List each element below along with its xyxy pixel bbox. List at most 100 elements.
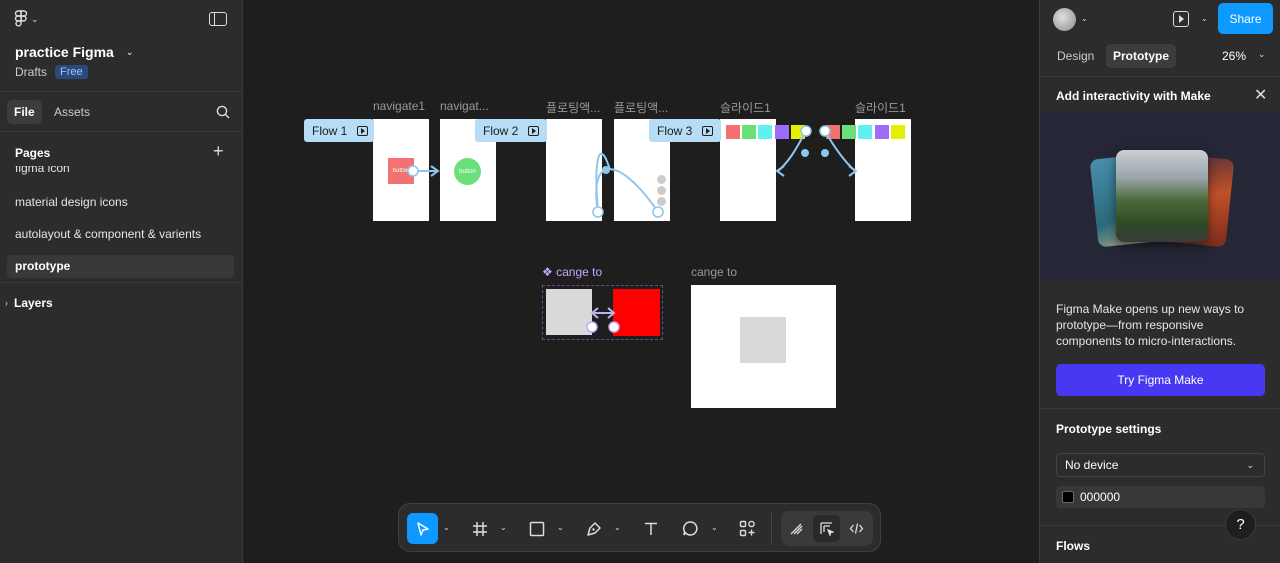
slide-color-square: [775, 125, 789, 139]
frame-label[interactable]: cange to: [691, 265, 737, 279]
plan-badge: Free: [55, 65, 88, 79]
play-icon[interactable]: [528, 125, 540, 136]
variant-red[interactable]: [613, 289, 660, 336]
cursor-icon: [416, 521, 429, 536]
frame-label[interactable]: 슬라이드1: [855, 99, 906, 116]
slide-color-square: [758, 125, 772, 139]
layers-header-text: Layers: [14, 296, 53, 310]
chevron-down-icon: ⌄: [1258, 49, 1266, 59]
zoom-control[interactable]: 26% ⌄: [1222, 49, 1266, 63]
make-description: Figma Make opens up new ways to prototyp…: [1056, 302, 1245, 348]
canvas[interactable]: navigate1 navigat... 플로팅액... 플로팅액... 슬라이…: [243, 0, 1039, 563]
draw-mode-button[interactable]: [783, 515, 810, 542]
project-title[interactable]: practice Figma ⌄: [15, 44, 133, 60]
page-item-material-design-icons[interactable]: material design icons: [7, 191, 234, 214]
move-tool-button[interactable]: [407, 513, 438, 544]
add-page-icon[interactable]: +: [213, 141, 224, 162]
text-tool-button[interactable]: [635, 513, 666, 544]
project-location: Drafts Free: [15, 65, 88, 79]
dev-mode-button[interactable]: [843, 515, 870, 542]
sidebar-toggle-icon[interactable]: [209, 12, 227, 26]
page-item-prototype[interactable]: prototype: [7, 255, 234, 278]
chevron-down-icon[interactable]: ⌄: [500, 523, 507, 532]
flow-name: Flow 3: [657, 123, 693, 138]
frame-navigate1[interactable]: button: [373, 119, 429, 221]
slide-color-square: [875, 125, 889, 139]
divider: [1040, 408, 1280, 409]
frame-tool-button[interactable]: [464, 513, 495, 544]
background-color-value[interactable]: 000000: [1080, 490, 1120, 504]
variant-gray[interactable]: [546, 289, 592, 335]
share-button[interactable]: Share: [1218, 3, 1273, 34]
frame-label[interactable]: navigate1: [373, 99, 425, 113]
play-icon[interactable]: [702, 125, 714, 136]
comment-tool-button[interactable]: [675, 513, 706, 544]
color-swatch[interactable]: [1062, 491, 1074, 503]
chevron-down-icon[interactable]: ⌄: [711, 523, 718, 532]
avatar[interactable]: [1053, 8, 1076, 31]
chevron-down-icon: ⌄: [31, 13, 39, 24]
slide-color-square: [826, 125, 840, 139]
flow-name: Flow 1: [312, 123, 348, 138]
frame-label[interactable]: navigat...: [440, 99, 489, 113]
flow-tag-2[interactable]: Flow 2: [475, 119, 547, 142]
slide-color-square: [742, 125, 756, 139]
drafts-label[interactable]: Drafts: [15, 65, 47, 79]
search-icon[interactable]: [216, 105, 230, 119]
chevron-down-icon[interactable]: ⌄: [557, 523, 564, 532]
tab-design[interactable]: Design: [1057, 49, 1094, 63]
chevron-down-icon[interactable]: ⌄: [614, 523, 621, 532]
close-icon[interactable]: ✕: [1254, 85, 1267, 105]
present-icon[interactable]: [1173, 11, 1189, 27]
main-menu-button[interactable]: ⌄: [14, 10, 39, 28]
prototype-connections: [407, 125, 858, 333]
frame-label[interactable]: 플로팅액...: [546, 99, 600, 116]
tab-prototype[interactable]: Prototype: [1106, 44, 1177, 68]
comment-icon: [683, 521, 698, 536]
slide-color-square: [791, 125, 805, 139]
chevron-down-icon[interactable]: ⌄: [1201, 14, 1208, 23]
chevron-down-icon[interactable]: ⌄: [1081, 14, 1088, 23]
mode-switcher: [781, 511, 873, 546]
layers-header[interactable]: › Layers: [5, 296, 53, 310]
divider: [0, 282, 242, 283]
page-item-autolayout[interactable]: autolayout & component & varients: [7, 223, 234, 246]
component-label[interactable]: ❖ cange to: [542, 265, 602, 279]
design-mode-button[interactable]: [813, 515, 840, 542]
actions-icon: [739, 520, 755, 537]
flow-tag-1[interactable]: Flow 1: [304, 119, 374, 142]
component-set[interactable]: [542, 285, 663, 340]
slide-color-square: [891, 125, 905, 139]
tab-assets[interactable]: Assets: [54, 105, 90, 119]
shape-tool-button[interactable]: [521, 513, 552, 544]
flow-tag-3[interactable]: Flow 3: [649, 119, 721, 142]
divider: [0, 131, 242, 132]
play-icon[interactable]: [357, 125, 369, 136]
right-panel: ⌄ ⌄ Share Design Prototype 26% ⌄ Add int…: [1039, 0, 1280, 563]
figma-logo-icon: [14, 10, 28, 27]
device-select[interactable]: No device ⌄: [1056, 453, 1265, 477]
page-item-figma-icon[interactable]: figma icon: [7, 166, 234, 176]
pen-icon: [586, 521, 601, 536]
draw-icon: [790, 523, 803, 535]
help-button[interactable]: ?: [1225, 509, 1256, 540]
chevron-down-icon[interactable]: ⌄: [443, 523, 450, 532]
flows-header: Flows: [1056, 539, 1091, 553]
make-header: Add interactivity with Make: [1056, 89, 1211, 103]
instance-gray[interactable]: [740, 317, 786, 363]
try-figma-make-button[interactable]: Try Figma Make: [1056, 364, 1265, 396]
project-title-text: practice Figma: [15, 44, 114, 60]
frame-icon: [472, 521, 487, 536]
tab-file[interactable]: File: [7, 100, 42, 124]
frame-floating1[interactable]: [546, 119, 602, 221]
frame-label[interactable]: 슬라이드1: [720, 99, 771, 116]
actions-tool-button[interactable]: [732, 513, 763, 544]
slide-color-square: [842, 125, 856, 139]
frame-label[interactable]: 플로팅액...: [614, 99, 668, 116]
frame-cange-to[interactable]: [691, 285, 836, 408]
pen-tool-button[interactable]: [578, 513, 609, 544]
make-illustration: [1040, 112, 1280, 280]
fab-dot: [657, 186, 666, 195]
background-color-field[interactable]: 000000: [1056, 486, 1265, 508]
chevron-down-icon: ⌄: [1246, 459, 1254, 470]
